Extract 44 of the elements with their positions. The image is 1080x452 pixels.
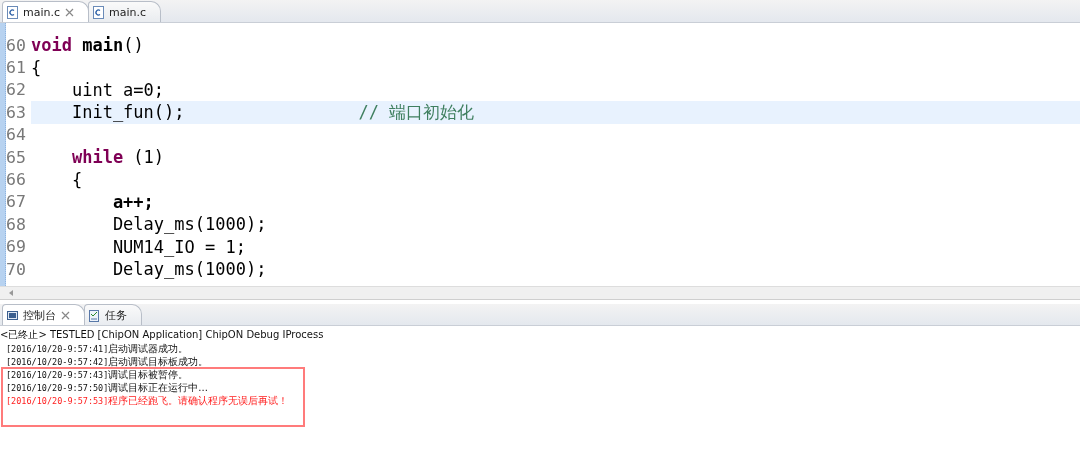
left-arrow-icon[interactable] — [8, 290, 14, 296]
log-timestamp: [2016/10/20-9:57:42] — [6, 356, 109, 367]
log-message: 启动调试目标板成功。 — [108, 354, 209, 369]
code-line: void main() — [31, 35, 144, 56]
log-timestamp: [2016/10/20-9:57:50] — [6, 382, 109, 393]
line-number: 66 — [6, 170, 27, 190]
horizontal-scrollbar[interactable] — [0, 286, 1080, 300]
close-icon[interactable] — [65, 7, 75, 17]
line-number: 67 — [6, 192, 27, 212]
close-icon[interactable] — [61, 310, 70, 320]
line-number: 63 — [6, 102, 27, 122]
code-line: { — [70, 169, 83, 190]
line-number: 65 — [6, 147, 27, 167]
code-line: while (1) — [70, 147, 165, 168]
code-line: uint a=0; — [70, 79, 165, 100]
log-timestamp: [2016/10/20-9:57:43] — [6, 369, 109, 380]
view-tab[interactable]: 控制台 — [2, 304, 85, 325]
task-icon — [89, 308, 100, 322]
line-number: 61 — [6, 58, 27, 78]
c-file-icon — [7, 5, 18, 19]
code-line: a++; — [111, 191, 154, 212]
view-tab[interactable]: 任务 — [84, 304, 142, 325]
code-line: { — [31, 57, 42, 78]
log-timestamp: [2016/10/20-9:57:53] — [6, 395, 109, 406]
line-number: 60 — [6, 35, 27, 55]
editor-tab[interactable]: main.c — [88, 1, 162, 22]
console-header: <已终止> TESTLED [ChipON Application] ChipON Debug IProcess — [0, 328, 325, 342]
log-message: 程序已经跑飞。请确认程序无误后再试！ — [108, 393, 289, 408]
code-line: NUM14_IO = 1; — [111, 236, 246, 257]
line-number: 68 — [6, 214, 27, 234]
line-number: 69 — [6, 237, 27, 257]
line-number: 62 — [6, 80, 27, 100]
log-message: 调试目标正在运行中... — [108, 380, 208, 395]
console-icon — [7, 308, 18, 322]
line-number: 64 — [6, 125, 27, 145]
line-number: 70 — [6, 259, 27, 279]
log-message: 调试目标被暂停。 — [108, 367, 189, 382]
log-message: 启动调试器成功。 — [108, 341, 189, 356]
editor-tab[interactable]: main.c — [2, 1, 90, 22]
log-timestamp: [2016/10/20-9:57:41] — [6, 343, 109, 354]
c-file-icon — [93, 5, 105, 19]
code-line: Delay_ms(1000); — [111, 214, 267, 235]
code-line: Delay_ms(1000); — [111, 259, 267, 280]
code-line: Init_fun(); // 端口初始化 — [70, 100, 475, 124]
